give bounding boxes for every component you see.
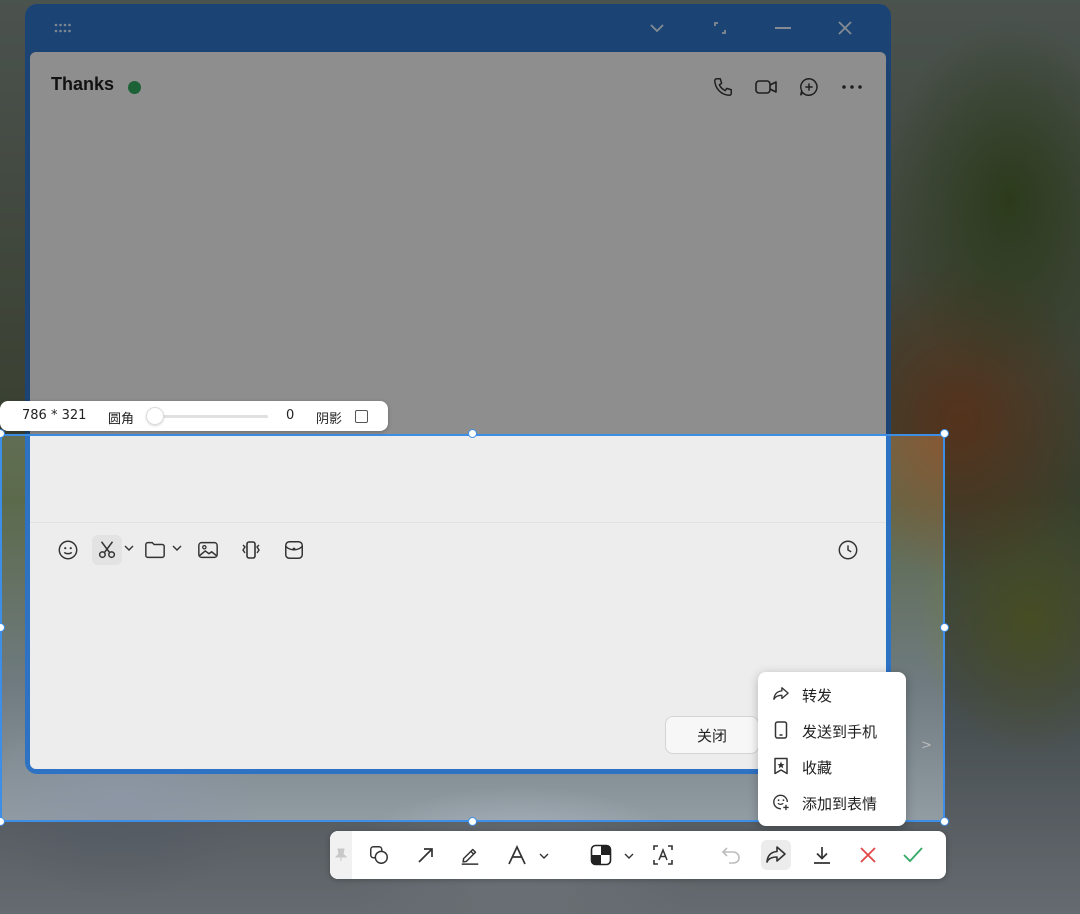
resize-handle-top-right[interactable] [940, 429, 949, 438]
undo-icon[interactable] [716, 840, 746, 870]
corner-radius-label: 圆角 [108, 412, 135, 427]
resize-handle-right[interactable] [940, 623, 949, 632]
corner-radius-value: 0 [286, 408, 295, 423]
menu-item-add-to-stickers[interactable]: 添加到表情 [758, 784, 906, 820]
pen-tool-icon[interactable] [455, 840, 485, 870]
screenshot-toolbar [330, 831, 946, 879]
shadow-label: 阴影 [316, 412, 343, 427]
corner-radius-slider[interactable] [152, 415, 268, 418]
selection-mask-top [0, 0, 1080, 434]
mosaic-chevron-down-icon[interactable] [624, 851, 634, 861]
pin-icon [335, 848, 347, 861]
corner-radius-slider-thumb[interactable] [146, 407, 164, 425]
ocr-text-recognition-icon[interactable] [648, 840, 678, 870]
share-forward-icon[interactable] [761, 840, 791, 870]
menu-item-forward[interactable]: 转发 [758, 676, 906, 712]
mosaic-tool-icon[interactable] [586, 840, 616, 870]
forward-icon [772, 685, 790, 703]
shape-tool-icon[interactable] [364, 840, 394, 870]
expand-arrow-icon: > [921, 738, 932, 753]
download-icon[interactable] [807, 840, 837, 870]
selection-size-bar: 786 * 321 圆角 0 阴影 [0, 401, 388, 431]
menu-item-label: 收藏 [802, 759, 833, 777]
arrow-tool-icon[interactable] [411, 840, 441, 870]
menu-item-label: 添加到表情 [802, 795, 878, 813]
cancel-icon[interactable] [853, 840, 883, 870]
phone-icon [772, 721, 790, 739]
menu-item-label: 转发 [802, 687, 833, 705]
selection-mask-right [945, 434, 1080, 822]
add-sticker-icon [772, 793, 790, 811]
confirm-check-icon[interactable] [898, 840, 928, 870]
resize-handle-bottom[interactable] [468, 817, 477, 826]
menu-item-label: 发送到手机 [802, 723, 878, 741]
resize-handle-bottom-right[interactable] [940, 817, 949, 826]
bookmark-star-icon [772, 757, 790, 775]
menu-item-send-to-phone[interactable]: 发送到手机 [758, 712, 906, 748]
menu-item-favorite[interactable]: 收藏 [758, 748, 906, 784]
selection-size-text: 786 * 321 [22, 408, 87, 423]
share-context-menu: 转发 发送到手机 收藏 添加到表情 [758, 672, 906, 826]
toolbar-drag-handle[interactable] [330, 831, 352, 879]
resize-handle-top[interactable] [468, 429, 477, 438]
shadow-checkbox[interactable] [355, 410, 368, 423]
text-tool-icon[interactable] [502, 840, 532, 870]
text-tool-chevron-down-icon[interactable] [539, 851, 549, 861]
